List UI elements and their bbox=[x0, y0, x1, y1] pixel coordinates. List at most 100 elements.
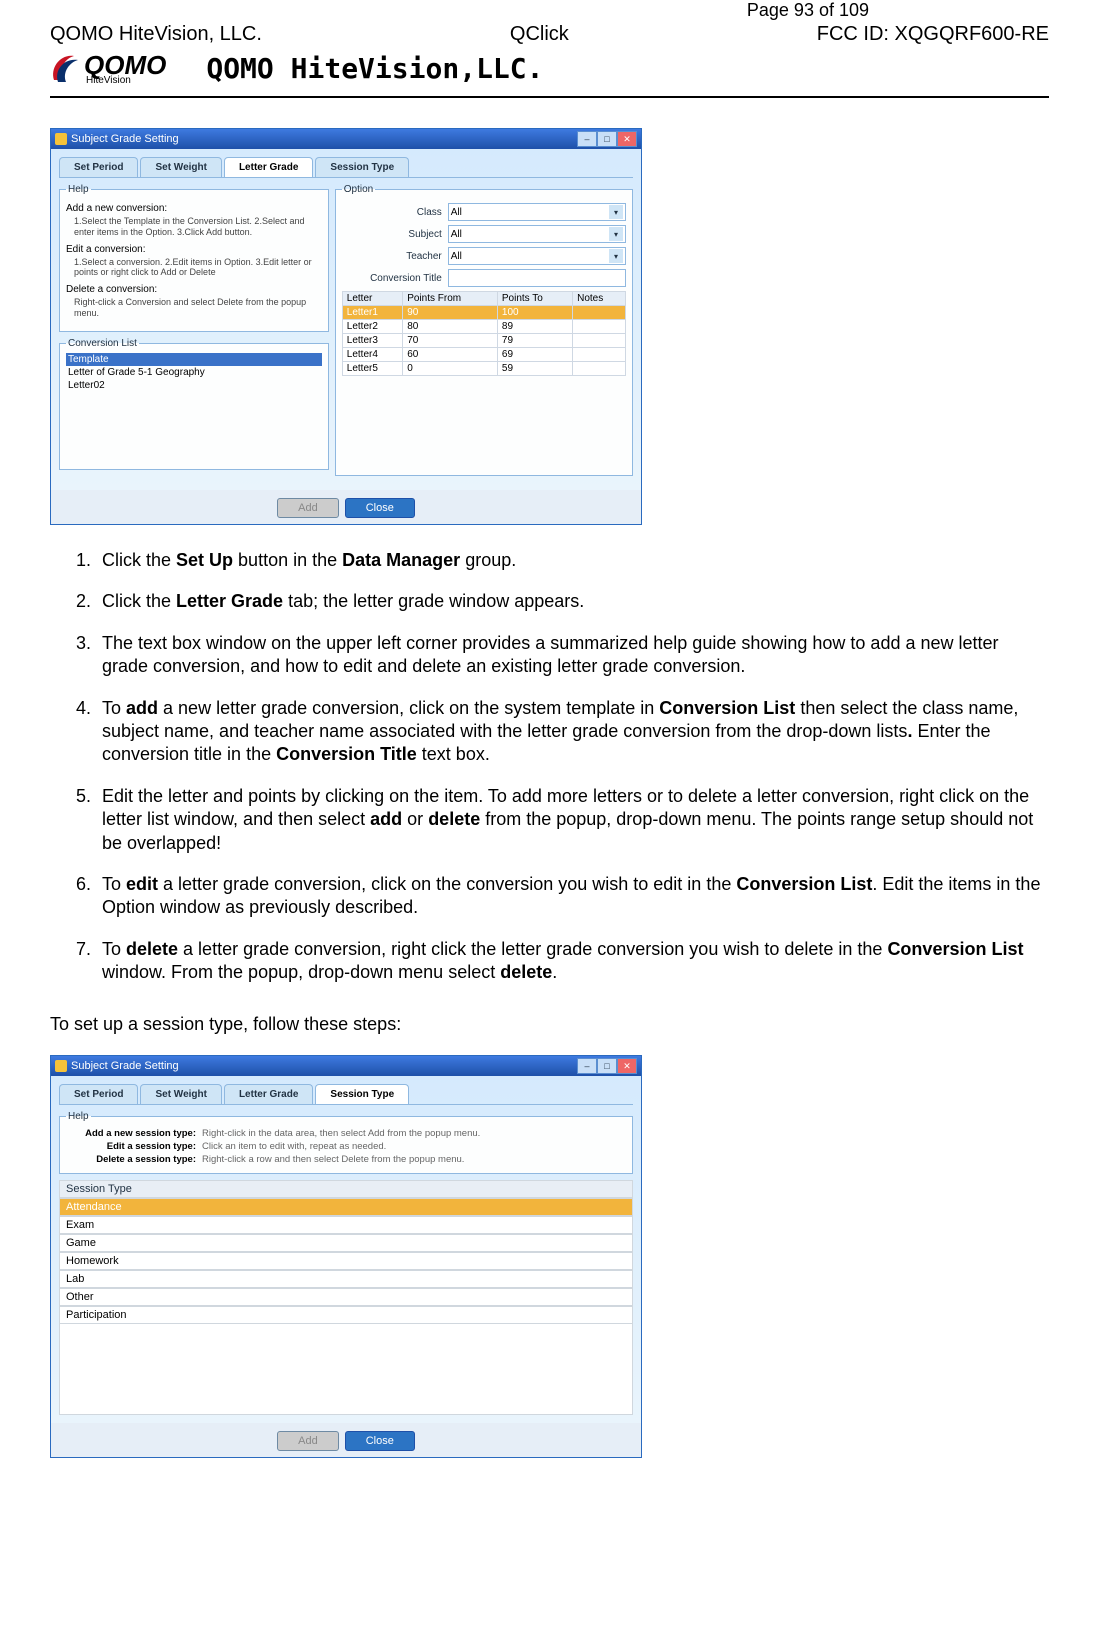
close-button[interactable]: Close bbox=[345, 1431, 415, 1451]
logo: QOMO HiteVision bbox=[50, 50, 166, 86]
table-row[interactable]: Letter1 90 100 bbox=[342, 306, 625, 320]
dropdown-value: All bbox=[451, 251, 462, 262]
header-right: FCC ID: XQGQRF600-RE bbox=[817, 23, 1049, 46]
chevron-down-icon: ▾ bbox=[609, 249, 623, 263]
option-row-teacher: Teacher All ▾ bbox=[342, 247, 626, 265]
list-empty-area[interactable] bbox=[59, 1324, 633, 1415]
help-item-head: Delete a conversion: bbox=[66, 284, 322, 295]
header-center: QClick bbox=[510, 23, 569, 46]
tabs: Set Period Set Weight Letter Grade Sessi… bbox=[59, 1084, 633, 1105]
conversion-list-legend: Conversion List bbox=[66, 338, 139, 349]
window-title: Subject Grade Setting bbox=[71, 1060, 179, 1072]
app-icon bbox=[55, 1060, 67, 1072]
step-item: Click the Set Up button in the Data Mana… bbox=[96, 549, 1049, 572]
list-item[interactable]: Attendance bbox=[59, 1198, 633, 1216]
list-item[interactable]: Exam bbox=[59, 1216, 633, 1234]
help-group: Help Add a new session type: Right-click… bbox=[59, 1111, 633, 1174]
titlebar: Subject Grade Setting – □ ✕ bbox=[51, 1056, 641, 1076]
list-item[interactable]: Template bbox=[66, 353, 322, 366]
table-header[interactable]: Letter bbox=[342, 292, 402, 306]
minimize-button[interactable]: – bbox=[577, 1058, 597, 1074]
list-item[interactable]: Homework bbox=[59, 1252, 633, 1270]
class-dropdown[interactable]: All ▾ bbox=[448, 203, 626, 221]
close-button[interactable]: Close bbox=[345, 498, 415, 518]
list-item[interactable]: Game bbox=[59, 1234, 633, 1252]
tabs: Set Period Set Weight Letter Grade Sessi… bbox=[59, 157, 633, 178]
help-legend: Help bbox=[66, 1111, 91, 1122]
list-item[interactable]: Letter02 bbox=[66, 379, 322, 392]
chevron-down-icon: ▾ bbox=[609, 205, 623, 219]
tab-letter-grade[interactable]: Letter Grade bbox=[224, 157, 313, 177]
table-header[interactable]: Points From bbox=[403, 292, 498, 306]
maximize-button[interactable]: □ bbox=[597, 131, 617, 147]
screenshot-letter-grade-window: Subject Grade Setting – □ ✕ Set Period S… bbox=[50, 128, 642, 525]
header-left: QOMO HiteVision, LLC. bbox=[50, 23, 262, 46]
help-legend: Help bbox=[66, 184, 91, 195]
list-item[interactable]: Participation bbox=[59, 1306, 633, 1324]
tab-session-type[interactable]: Session Type bbox=[315, 1084, 409, 1104]
tab-letter-grade[interactable]: Letter Grade bbox=[224, 1084, 313, 1104]
help-item: Edit a session type: Click an item to ed… bbox=[66, 1141, 626, 1152]
tab-set-weight[interactable]: Set Weight bbox=[140, 1084, 221, 1104]
steps-list: Click the Set Up button in the Data Mana… bbox=[50, 549, 1049, 984]
help-item-head: Edit a conversion: bbox=[66, 244, 322, 255]
tab-set-period[interactable]: Set Period bbox=[59, 157, 138, 177]
dropdown-value: All bbox=[451, 207, 462, 218]
help-item: Delete a session type: Right-click a row… bbox=[66, 1154, 626, 1165]
option-label: Teacher bbox=[342, 251, 448, 262]
dropdown-value: All bbox=[451, 229, 462, 240]
add-button[interactable]: Add bbox=[277, 1431, 339, 1451]
subject-dropdown[interactable]: All ▾ bbox=[448, 225, 626, 243]
chevron-down-icon: ▾ bbox=[609, 227, 623, 241]
logo-swoosh-icon bbox=[50, 50, 82, 86]
screenshot-session-type-window: Subject Grade Setting – □ ✕ Set Period S… bbox=[50, 1055, 642, 1458]
step-item: To add a new letter grade conversion, cl… bbox=[96, 697, 1049, 767]
conversion-list-group: Conversion List Template Letter of Grade… bbox=[59, 338, 329, 470]
titlebar: Subject Grade Setting – □ ✕ bbox=[51, 129, 641, 149]
option-row-subject: Subject All ▾ bbox=[342, 225, 626, 243]
list-item[interactable]: Other bbox=[59, 1288, 633, 1306]
help-item-head: Add a new conversion: bbox=[66, 203, 322, 214]
table-header[interactable]: Notes bbox=[573, 292, 626, 306]
step-item: The text box window on the upper left co… bbox=[96, 632, 1049, 679]
table-row[interactable]: Letter4 60 69 bbox=[342, 348, 625, 362]
option-label: Conversion Title bbox=[342, 273, 448, 284]
option-label: Class bbox=[342, 207, 448, 218]
help-item-body: 1.Select the Template in the Conversion … bbox=[74, 216, 322, 238]
step-item: Click the Letter Grade tab; the letter g… bbox=[96, 590, 1049, 613]
page-title: QOMO HiteVision,LLC. bbox=[206, 52, 543, 85]
option-legend: Option bbox=[342, 184, 375, 195]
close-button[interactable]: ✕ bbox=[617, 131, 637, 147]
list-item[interactable]: Lab bbox=[59, 1270, 633, 1288]
option-label: Subject bbox=[342, 229, 448, 240]
table-row[interactable]: Letter2 80 89 bbox=[342, 320, 625, 334]
tab-set-period[interactable]: Set Period bbox=[59, 1084, 138, 1104]
minimize-button[interactable]: – bbox=[577, 131, 597, 147]
window-title: Subject Grade Setting bbox=[71, 133, 179, 145]
conversion-title-input[interactable] bbox=[448, 269, 626, 287]
section-intro: To set up a session type, follow these s… bbox=[50, 1014, 1049, 1035]
option-row-class: Class All ▾ bbox=[342, 203, 626, 221]
step-item: Edit the letter and points by clicking o… bbox=[96, 785, 1049, 855]
add-button[interactable]: Add bbox=[277, 498, 339, 518]
table-row[interactable]: Letter5 0 59 bbox=[342, 362, 625, 376]
table-row[interactable]: Letter3 70 79 bbox=[342, 334, 625, 348]
page-number: Page 93 of 109 bbox=[50, 0, 1049, 21]
help-item-body: 1.Select a conversion. 2.Edit items in O… bbox=[74, 257, 322, 279]
divider bbox=[50, 96, 1049, 98]
maximize-button[interactable]: □ bbox=[597, 1058, 617, 1074]
teacher-dropdown[interactable]: All ▾ bbox=[448, 247, 626, 265]
step-item: To delete a letter grade conversion, rig… bbox=[96, 938, 1049, 985]
letter-table: Letter Points From Points To Notes Lette… bbox=[342, 291, 626, 376]
close-button[interactable]: ✕ bbox=[617, 1058, 637, 1074]
tab-set-weight[interactable]: Set Weight bbox=[140, 157, 221, 177]
app-icon bbox=[55, 133, 67, 145]
tab-session-type[interactable]: Session Type bbox=[315, 157, 409, 177]
step-item: To edit a letter grade conversion, click… bbox=[96, 873, 1049, 920]
help-item: Add a new session type: Right-click in t… bbox=[66, 1128, 626, 1139]
help-item-body: Right-click a Conversion and select Dele… bbox=[74, 297, 322, 319]
option-group: Option Class All ▾ Subject All bbox=[335, 184, 633, 476]
table-header[interactable]: Points To bbox=[497, 292, 572, 306]
session-type-header[interactable]: Session Type bbox=[59, 1180, 633, 1198]
list-item[interactable]: Letter of Grade 5-1 Geography bbox=[66, 366, 322, 379]
